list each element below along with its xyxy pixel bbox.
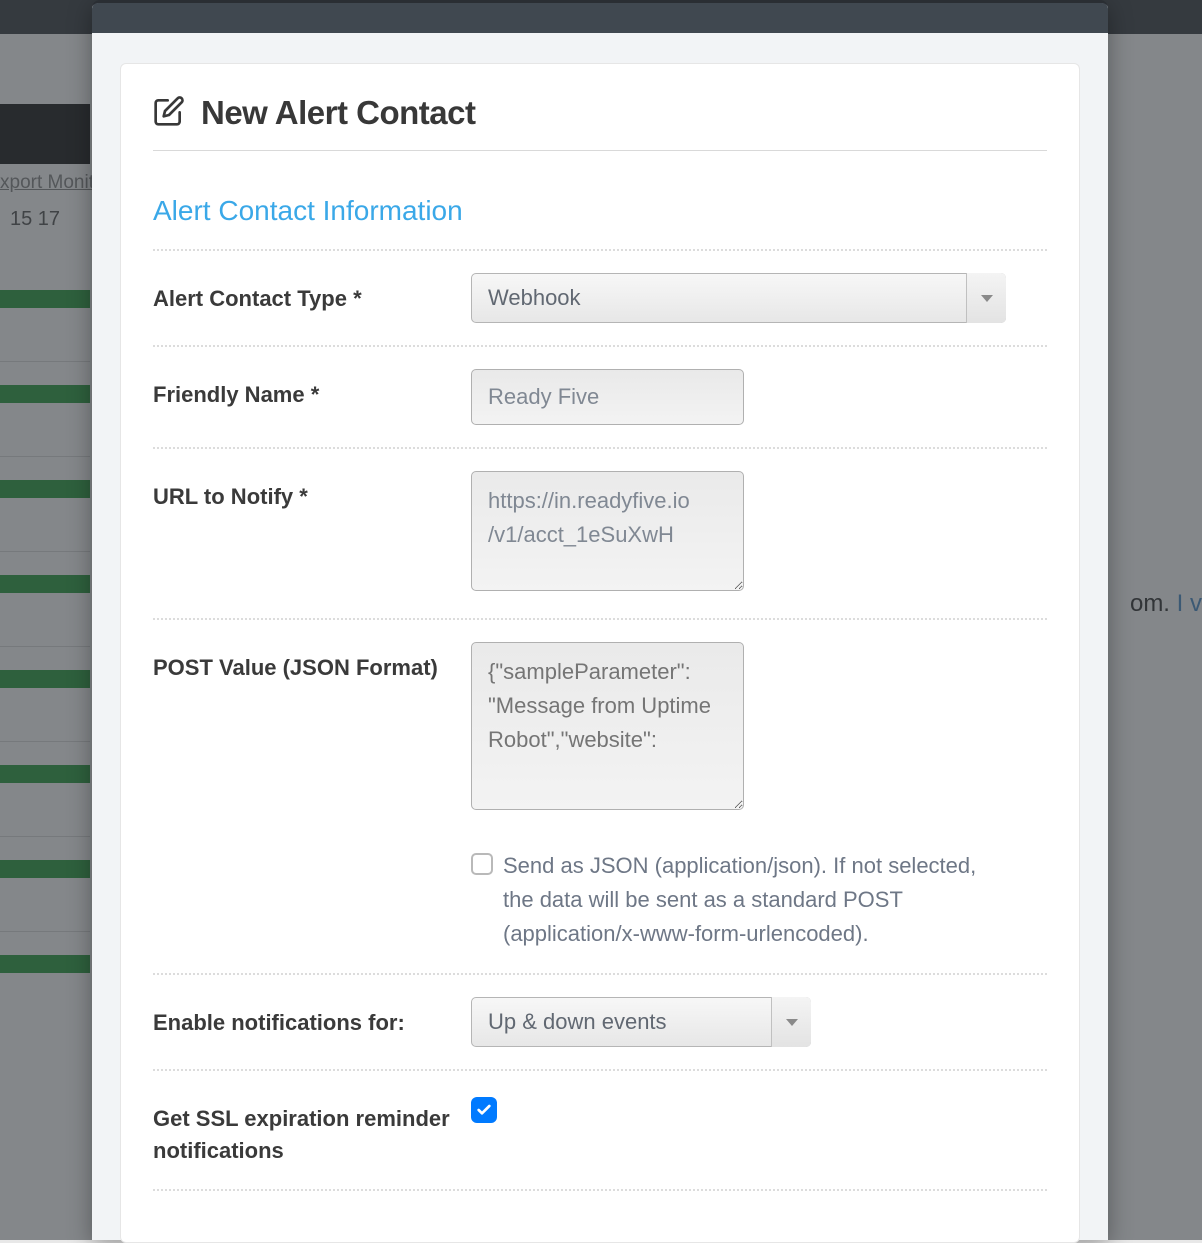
- checkbox-ssl-reminder[interactable]: [471, 1097, 497, 1123]
- label-enable-notifications: Enable notifications for:: [153, 997, 471, 1039]
- row-friendly-name: Friendly Name *: [153, 345, 1047, 447]
- input-friendly-name[interactable]: [471, 369, 744, 425]
- checkbox-send-json[interactable]: [471, 853, 493, 875]
- select-enable-notifications-value[interactable]: Up & down events: [471, 997, 811, 1047]
- edit-icon: [153, 95, 185, 132]
- modal-title: New Alert Contact: [201, 94, 475, 132]
- label-post-value: POST Value (JSON Format): [153, 642, 471, 684]
- label-friendly-name: Friendly Name *: [153, 369, 471, 411]
- section-title: Alert Contact Information: [153, 195, 1047, 227]
- modal-titlebar: [92, 3, 1108, 33]
- select-enable-notifications[interactable]: Up & down events: [471, 997, 811, 1047]
- new-alert-contact-modal: New Alert Contact Alert Contact Informat…: [92, 0, 1108, 1240]
- textarea-post-value[interactable]: [471, 642, 744, 810]
- label-url-notify: URL to Notify *: [153, 471, 471, 513]
- row-url-notify: URL to Notify *: [153, 447, 1047, 618]
- check-icon: [476, 1102, 492, 1118]
- select-contact-type[interactable]: Webhook: [471, 273, 1006, 323]
- row-enable-notifications: Enable notifications for: Up & down even…: [153, 973, 1047, 1069]
- label-contact-type: Alert Contact Type *: [153, 273, 471, 315]
- modal-title-row: New Alert Contact: [153, 94, 1047, 151]
- textarea-url-notify[interactable]: [471, 471, 744, 591]
- select-contact-type-value[interactable]: Webhook: [471, 273, 1006, 323]
- row-ssl-reminder: Get SSL expiration reminder notification…: [153, 1069, 1047, 1191]
- modal-body: New Alert Contact Alert Contact Informat…: [120, 63, 1080, 1243]
- label-ssl-reminder: Get SSL expiration reminder notification…: [153, 1093, 471, 1167]
- send-json-helper-text: Send as JSON (application/json). If not …: [503, 849, 1011, 951]
- send-json-row: Send as JSON (application/json). If not …: [471, 849, 1011, 951]
- row-post-value: POST Value (JSON Format) Send as JSON (a…: [153, 618, 1047, 973]
- row-alert-contact-type: Alert Contact Type * Webhook: [153, 249, 1047, 345]
